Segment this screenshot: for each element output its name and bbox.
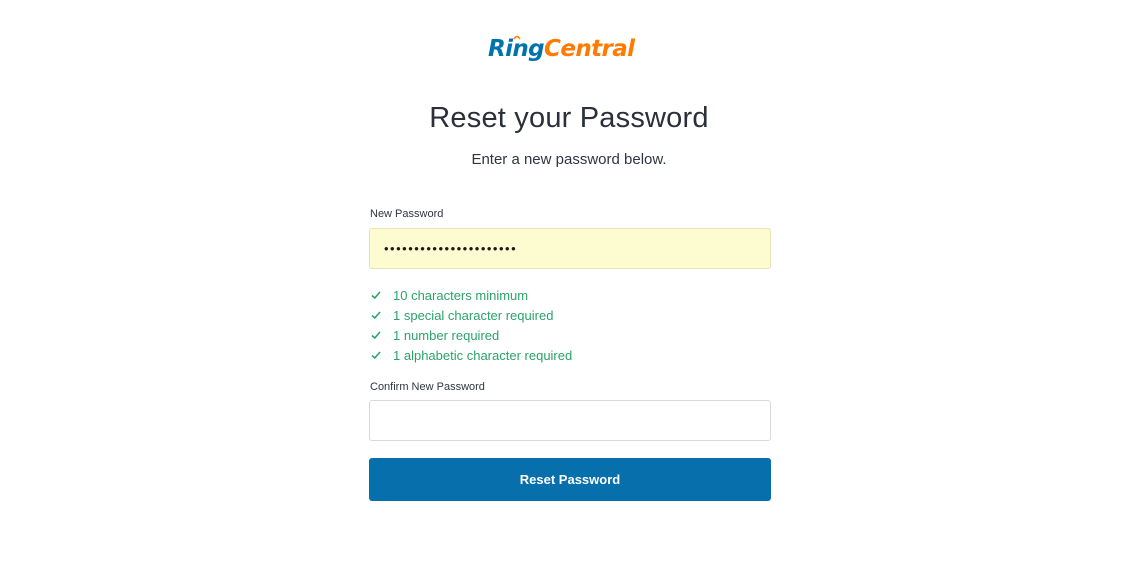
requirement-text: 1 alphabetic character required xyxy=(393,348,573,363)
page-subtitle: Enter a new password below. xyxy=(471,151,667,168)
requirement-special-char: 1 special character required xyxy=(370,306,572,326)
requirement-text: 10 characters minimum xyxy=(393,288,529,303)
check-icon xyxy=(371,291,381,300)
check-icon xyxy=(371,331,381,340)
check-icon xyxy=(371,311,381,320)
new-password-label: New Password xyxy=(370,208,444,220)
signal-wave-icon xyxy=(513,35,521,40)
new-password-input[interactable]: •••••••••••••••••••••• xyxy=(369,228,771,269)
requirement-alphabetic: 1 alphabetic character required xyxy=(370,346,572,366)
requirement-number: 1 number required xyxy=(370,326,572,346)
confirm-password-input[interactable] xyxy=(369,400,771,441)
logo-central-text: Central xyxy=(544,36,635,62)
requirement-text: 1 special character required xyxy=(393,308,554,323)
confirm-password-label: Confirm New Password xyxy=(370,381,485,393)
requirement-text: 1 number required xyxy=(393,328,500,343)
password-requirements-list: 10 characters minimum 1 special characte… xyxy=(370,286,572,366)
ringcentral-logo: RingCentral xyxy=(488,34,635,64)
requirement-min-length: 10 characters minimum xyxy=(370,286,572,306)
reset-password-button[interactable]: Reset Password xyxy=(369,458,771,501)
check-icon xyxy=(371,351,381,360)
page-title: Reset your Password xyxy=(429,102,709,134)
